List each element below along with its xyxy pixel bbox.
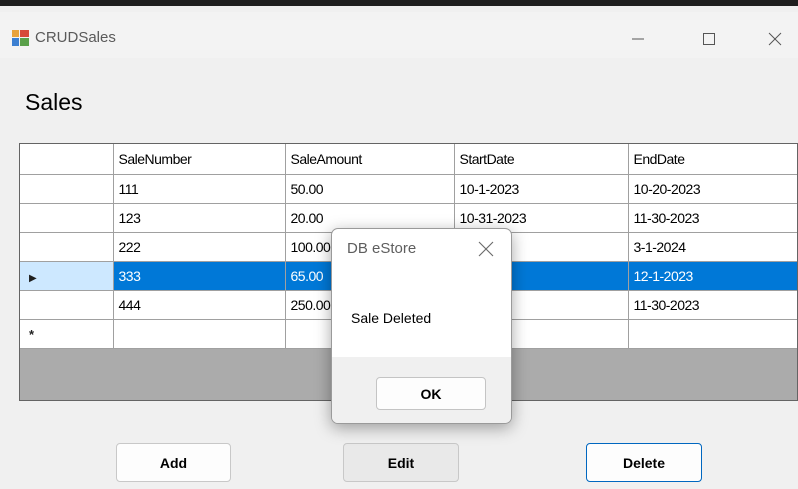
message-box-dialog: DB eStore Sale Deleted OK bbox=[331, 228, 512, 424]
window-title: CRUDSales bbox=[35, 29, 116, 46]
ok-button[interactable]: OK bbox=[376, 377, 486, 410]
cell-sale-amount[interactable]: 50.00 bbox=[285, 174, 455, 204]
cell-end-date[interactable]: 11-30-2023 bbox=[628, 290, 797, 320]
column-header-sale-number[interactable]: SaleNumber bbox=[113, 144, 286, 175]
dialog-message: Sale Deleted bbox=[351, 310, 432, 326]
cell-sale-number[interactable]: 333 bbox=[113, 261, 286, 291]
row-header[interactable] bbox=[20, 290, 114, 320]
grid-corner-cell bbox=[20, 144, 114, 175]
dialog-footer: OK bbox=[332, 357, 511, 423]
cell-end-date[interactable] bbox=[628, 319, 797, 349]
form-app-icon bbox=[12, 30, 29, 46]
page-title: Sales bbox=[25, 89, 83, 115]
cell-sale-number[interactable]: 123 bbox=[113, 203, 286, 233]
column-header-end-date[interactable]: EndDate bbox=[628, 144, 797, 175]
row-header[interactable] bbox=[20, 232, 114, 262]
row-header[interactable] bbox=[20, 203, 114, 233]
cell-sale-number[interactable]: 222 bbox=[113, 232, 286, 262]
maximize-button[interactable] bbox=[686, 20, 732, 58]
current-row-indicator-icon: ▶ bbox=[29, 272, 37, 284]
new-row-indicator-icon: * bbox=[29, 326, 34, 342]
cell-end-date[interactable]: 3-1-2024 bbox=[628, 232, 797, 262]
row-header-new[interactable]: * bbox=[20, 319, 114, 349]
edit-button[interactable]: Edit bbox=[343, 443, 459, 482]
dialog-title: DB eStore bbox=[347, 240, 417, 257]
cell-sale-number[interactable] bbox=[113, 319, 286, 349]
cell-end-date[interactable]: 12-1-2023 bbox=[628, 261, 797, 291]
add-button[interactable]: Add bbox=[116, 443, 231, 482]
title-bar: CRUDSales bbox=[0, 12, 798, 58]
column-header-sale-amount[interactable]: SaleAmount bbox=[285, 144, 455, 175]
table-row[interactable]: 111 50.00 10-1-2023 10-20-2023 bbox=[20, 174, 797, 204]
minimize-button[interactable] bbox=[615, 20, 661, 58]
grid-header-row: SaleNumber SaleAmount StartDate EndDate bbox=[20, 144, 797, 175]
close-button[interactable] bbox=[752, 20, 798, 58]
close-icon bbox=[768, 32, 782, 46]
delete-button[interactable]: Delete bbox=[586, 443, 702, 482]
row-header-current[interactable]: ▶ bbox=[20, 261, 114, 291]
cell-sale-number[interactable]: 444 bbox=[113, 290, 286, 320]
cell-sale-number[interactable]: 111 bbox=[113, 174, 286, 204]
cell-end-date[interactable]: 11-30-2023 bbox=[628, 203, 797, 233]
app-window: CRUDSales Sales SaleNumber SaleAmount St… bbox=[0, 0, 798, 489]
cell-end-date[interactable]: 10-20-2023 bbox=[628, 174, 797, 204]
row-header[interactable] bbox=[20, 174, 114, 204]
maximize-icon bbox=[703, 33, 715, 45]
minimize-icon bbox=[632, 38, 644, 40]
column-header-start-date[interactable]: StartDate bbox=[454, 144, 629, 175]
dialog-close-button[interactable] bbox=[475, 238, 497, 260]
cell-start-date[interactable]: 10-1-2023 bbox=[454, 174, 629, 204]
close-icon bbox=[478, 241, 494, 257]
